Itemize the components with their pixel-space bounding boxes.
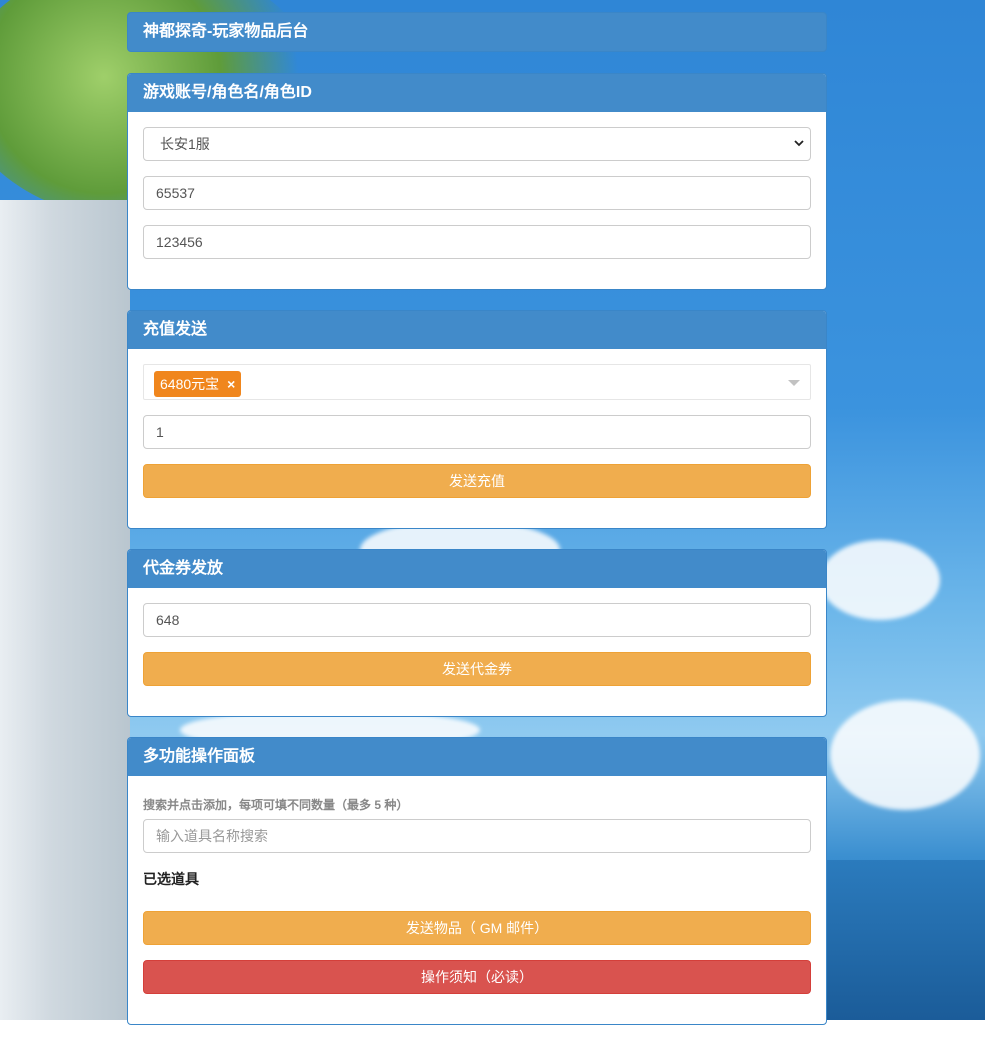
account-panel: 游戏账号/角色名/角色ID 长安1服 65537 123456	[127, 73, 827, 290]
building-scenery	[0, 200, 130, 1020]
selected-item-tag: 6480元宝 ×	[154, 371, 242, 397]
multi-function-panel: 多功能操作面板 搜索并点击添加，每项可填不同数量（最多 5 种） 输入道具名称搜…	[127, 737, 827, 1025]
remove-tag-icon[interactable]: ×	[227, 371, 235, 397]
account-input[interactable]: 65537	[143, 176, 811, 210]
send-voucher-button[interactable]: 发送代金券	[143, 652, 811, 686]
search-hint: 搜索并点击添加，每项可填不同数量（最多 5 种）	[143, 798, 409, 812]
main-container: 神都探奇-玩家物品后台 游戏账号/角色名/角色ID 长安1服 65537 123…	[127, 12, 827, 1045]
multi-function-panel-title: 多功能操作面板	[128, 738, 826, 776]
recharge-quantity-input[interactable]: 1	[143, 415, 811, 449]
server-select-value: 长安1服	[160, 136, 210, 152]
server-select[interactable]: 长安1服	[143, 127, 811, 161]
dropdown-caret-icon[interactable]	[788, 380, 800, 386]
voucher-panel: 代金券发放 648 发送代金券	[127, 549, 827, 717]
cloud	[830, 700, 980, 810]
notice-button[interactable]: 操作须知（必读）	[143, 960, 811, 994]
sea	[826, 860, 985, 1020]
voucher-amount-input[interactable]: 648	[143, 603, 811, 637]
recharge-item-multiselect[interactable]: 6480元宝 ×	[143, 364, 811, 400]
role-id-input[interactable]: 123456	[143, 225, 811, 259]
send-items-button[interactable]: 发送物品（ GM 邮件）	[143, 911, 811, 945]
voucher-panel-title: 代金券发放	[128, 550, 826, 588]
send-recharge-button[interactable]: 发送充值	[143, 464, 811, 498]
page-title: 神都探奇-玩家物品后台	[127, 12, 827, 52]
cloud	[820, 540, 940, 620]
chevron-down-icon	[794, 140, 804, 147]
account-panel-title: 游戏账号/角色名/角色ID	[128, 74, 826, 112]
selected-items-label: 已选道具	[143, 871, 199, 887]
item-search-input[interactable]: 输入道具名称搜索	[143, 819, 811, 853]
recharge-panel: 充值发送 6480元宝 × 1 发送充值	[127, 310, 827, 529]
selected-item-tag-label: 6480元宝	[160, 376, 220, 392]
recharge-panel-title: 充值发送	[128, 311, 826, 349]
